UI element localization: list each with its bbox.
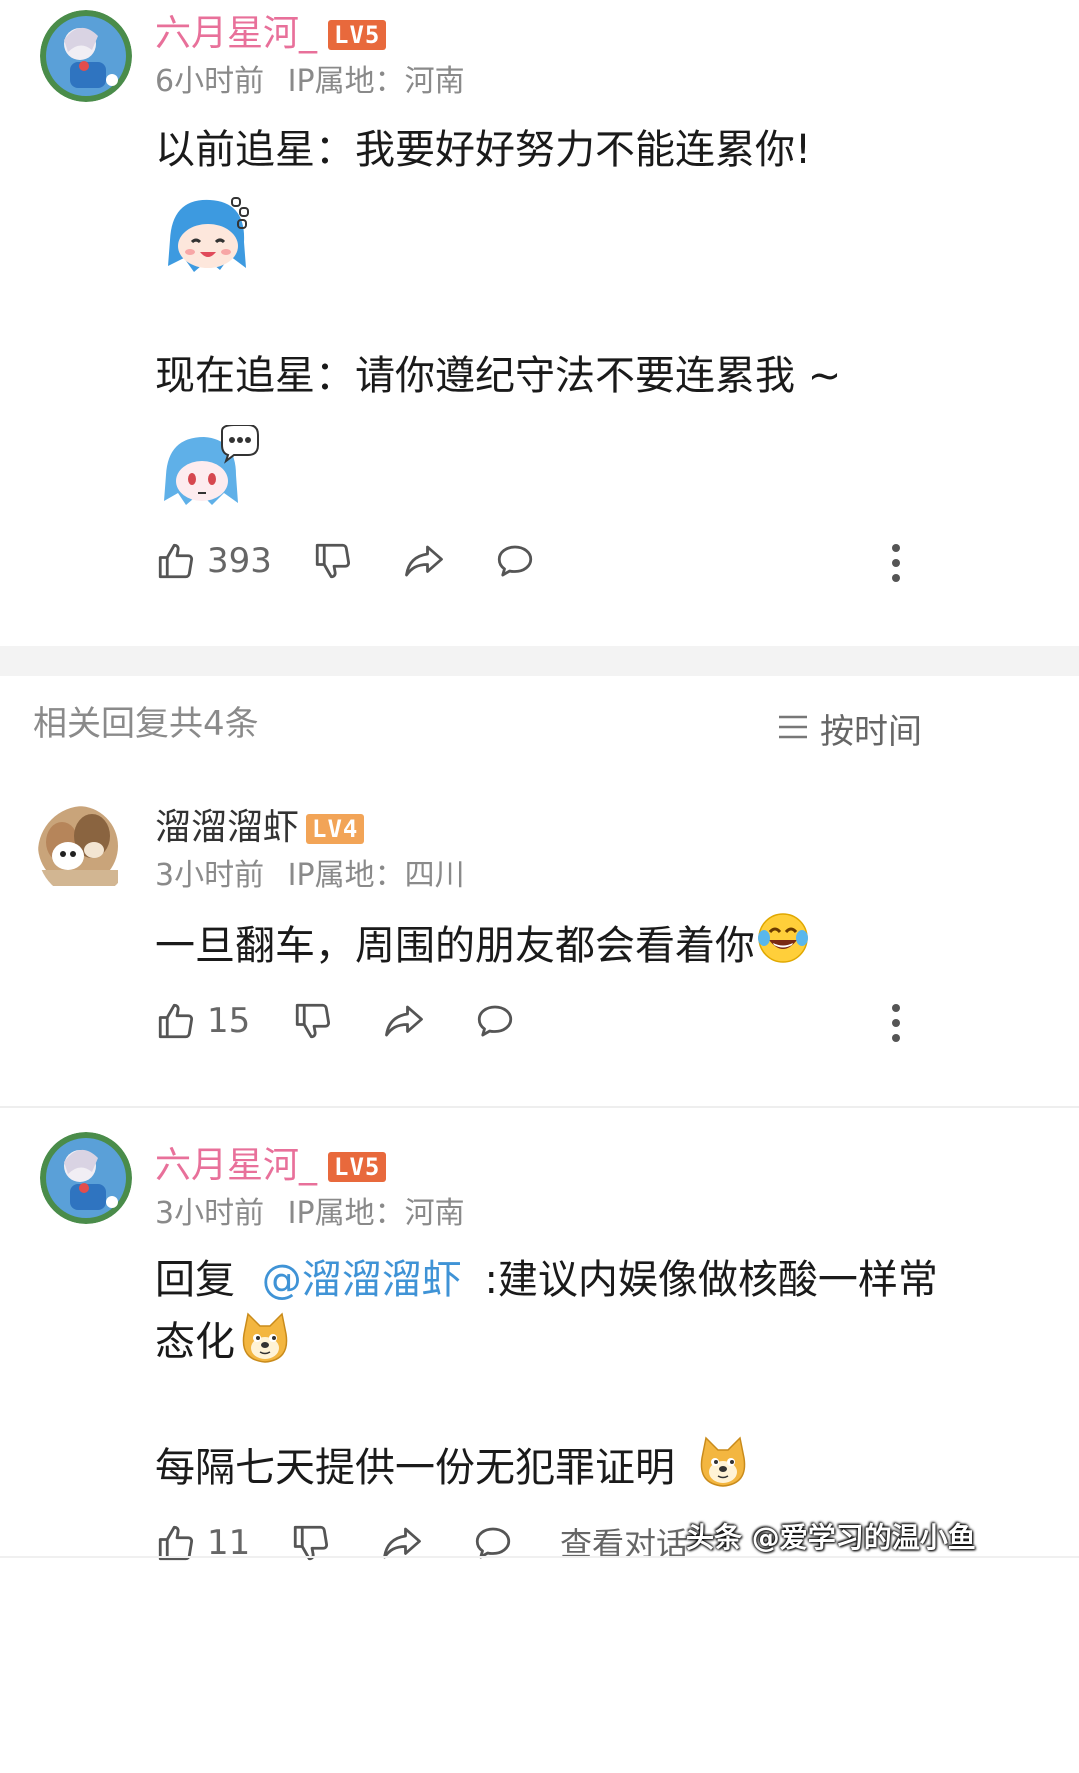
reply-divider bbox=[0, 1106, 1079, 1108]
level-badge: LV4 bbox=[306, 814, 365, 844]
comment-text-content: 每隔七天提供一份无犯罪证明 bbox=[155, 1445, 675, 1491]
like-count: 15 bbox=[207, 1001, 251, 1041]
timestamp: 6小时前 bbox=[155, 64, 265, 99]
replies-count-label: 相关回复共4条 bbox=[33, 704, 259, 744]
comment-text-content: 一旦翻车，周围的朋友都会看着你 bbox=[155, 923, 755, 969]
reply-prefix: 回复 bbox=[155, 1257, 235, 1303]
username[interactable]: 六月星河_ bbox=[155, 1146, 317, 1186]
speechless-blue-girl-sticker bbox=[160, 424, 260, 515]
thumbs-up-icon bbox=[155, 1000, 197, 1042]
comment-text: 每隔七天提供一份无犯罪证明 bbox=[155, 1444, 675, 1492]
comment-text: 态化 bbox=[155, 1318, 235, 1366]
username[interactable]: 溜溜溜虾 bbox=[155, 808, 299, 848]
reply-button[interactable] bbox=[472, 1000, 518, 1042]
bottom-edge bbox=[0, 1556, 1079, 1558]
section-divider bbox=[0, 646, 1079, 676]
like-count: 393 bbox=[207, 541, 272, 581]
share-arrow-icon bbox=[382, 1000, 426, 1042]
ip-location: IP属地：河南 bbox=[287, 1196, 465, 1231]
timestamp: 3小时前 bbox=[155, 858, 265, 893]
sort-by-time-button[interactable]: 按时间 bbox=[778, 704, 922, 753]
ip-location: IP属地：河南 bbox=[287, 64, 465, 99]
watermark-text: 头条 @爱学习的温小鱼 bbox=[686, 1521, 976, 1554]
share-arrow-icon bbox=[402, 540, 446, 582]
comment-text-content: 态化 bbox=[155, 1319, 235, 1365]
mention-link[interactable]: @溜溜溜虾 bbox=[262, 1257, 462, 1303]
thumbs-down-icon bbox=[292, 1000, 334, 1042]
comment-text: 一旦翻车，周围的朋友都会看着你 bbox=[155, 922, 755, 970]
like-button[interactable]: 393 bbox=[155, 540, 272, 582]
sort-label: 按时间 bbox=[820, 712, 922, 752]
happy-blue-girl-sticker bbox=[160, 190, 256, 284]
doge-emoji bbox=[238, 1312, 292, 1370]
share-button[interactable] bbox=[402, 540, 446, 582]
thumbs-down-icon bbox=[312, 540, 354, 582]
comment-bubble-icon bbox=[472, 1000, 518, 1042]
comment-meta: 3小时前 IP属地：四川 bbox=[155, 858, 465, 894]
view-conversation-link[interactable]: 查看对话 bbox=[560, 1524, 688, 1564]
level-badge: LV5 bbox=[328, 20, 387, 50]
doge-emoji bbox=[696, 1436, 750, 1494]
comment-text: 以前追星：我要好好努力不能连累你! bbox=[155, 127, 812, 173]
share-button[interactable] bbox=[382, 1000, 426, 1042]
dislike-button[interactable] bbox=[292, 1000, 334, 1042]
username[interactable]: 六月星河_ bbox=[155, 14, 317, 54]
ip-location: IP属地：四川 bbox=[287, 858, 465, 893]
timestamp: 3小时前 bbox=[155, 1196, 265, 1231]
level-badge: LV5 bbox=[328, 1152, 387, 1182]
comment-text: 现在追星：请你遵纪守法不要连累我 ~ bbox=[155, 353, 842, 399]
dislike-button[interactable] bbox=[312, 540, 354, 582]
more-options-button[interactable] bbox=[891, 1004, 901, 1049]
menu-lines-icon bbox=[778, 709, 808, 749]
comment-bubble-icon bbox=[492, 540, 538, 582]
comment-meta: 3小时前 IP属地：河南 bbox=[155, 1196, 465, 1232]
comment-text-content: :建议内娱像做核酸一样常 bbox=[484, 1257, 938, 1303]
comment-meta: 6小时前 IP属地：河南 bbox=[155, 64, 465, 100]
more-options-button[interactable] bbox=[891, 544, 901, 589]
like-button[interactable]: 15 bbox=[155, 1000, 250, 1042]
avatar[interactable] bbox=[38, 806, 130, 898]
avatar[interactable] bbox=[40, 1132, 132, 1224]
laughing-tears-emoji bbox=[756, 912, 810, 968]
reply-button[interactable] bbox=[492, 540, 538, 582]
avatar[interactable] bbox=[40, 10, 132, 102]
comment-text: 回复 @溜溜溜虾 :建议内娱像做核酸一样常 bbox=[155, 1256, 938, 1304]
thumbs-up-icon bbox=[155, 540, 197, 582]
